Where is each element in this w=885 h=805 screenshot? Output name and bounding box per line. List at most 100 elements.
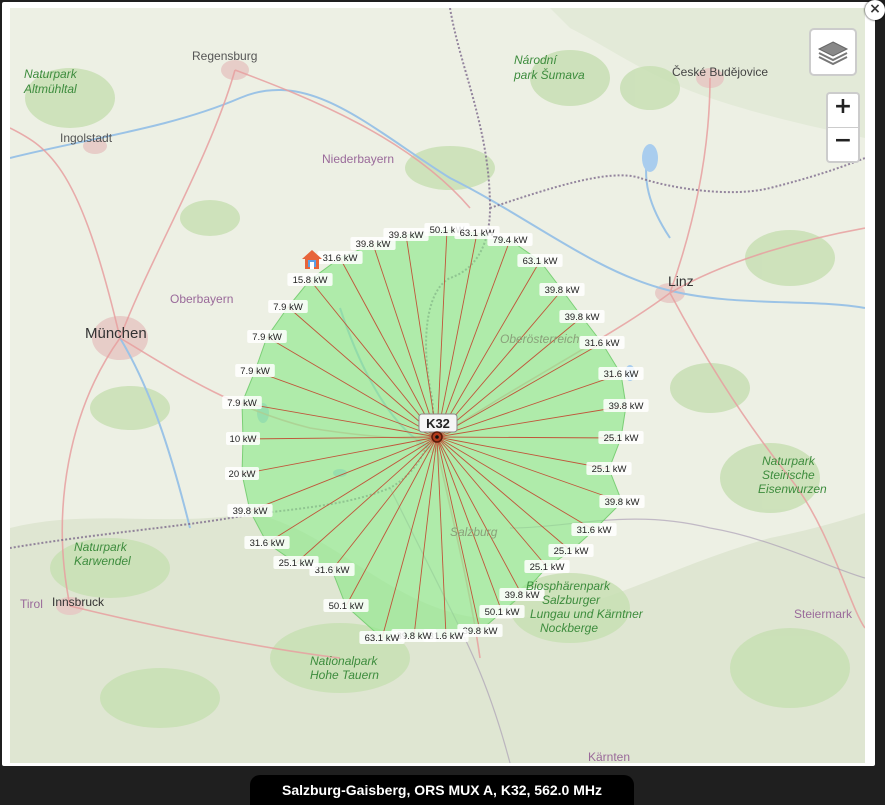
power-label-text: 39.8 kW (389, 230, 424, 241)
power-label-text: 39.8 kW (605, 497, 640, 508)
power-label-text: 79.4 kW (493, 235, 528, 246)
power-label-text: 7.9 kW (273, 302, 303, 313)
place-label-eisenwurzen: Naturpark Steirische Eisenwurzen (758, 454, 827, 496)
place-label-tirol: Tirol (20, 597, 43, 611)
power-label-text: 20 kW (229, 469, 256, 480)
place-label-linz: Linz (668, 273, 694, 289)
power-label: 31.6 kW (317, 251, 363, 264)
power-label-text: 25.1 kW (604, 433, 639, 444)
zoom-in-button[interactable]: + (828, 94, 858, 127)
place-label-oberoesterreich: Oberösterreich (500, 332, 580, 346)
power-label: 39.8 kW (559, 310, 605, 323)
power-label: 25.1 kW (548, 544, 594, 557)
power-label: 79.4 kW (487, 233, 533, 246)
power-label: 7.9 kW (235, 364, 275, 377)
power-label-text: 31.6 kW (577, 525, 612, 536)
place-label-steiermark: Steiermark (794, 607, 853, 621)
eisenwurzen-line3: Eisenwurzen (758, 482, 827, 496)
power-label: 63.1 kW (517, 254, 563, 267)
zoom-out-button[interactable]: − (828, 127, 858, 161)
power-label: 50.1 kW (479, 605, 525, 618)
power-label-text: 25.1 kW (554, 546, 589, 557)
place-label-kaernten: Kärnten (588, 750, 630, 763)
power-label-text: 63.1 kW (523, 256, 558, 267)
power-label-text: 39.8 kW (545, 285, 580, 296)
power-label-text: 7.9 kW (227, 398, 257, 409)
altmuehltal-line1: Naturpark (24, 67, 78, 81)
hohe-tauern-line1: Nationalpark (310, 654, 378, 668)
power-label: 50.1 kW (323, 599, 369, 612)
power-label-text: 39.8 kW (233, 506, 268, 517)
karwendel-line2: Karwendel (74, 554, 131, 568)
hohe-tauern-line2: Hohe Tauern (310, 668, 379, 682)
power-label-text: 25.1 kW (279, 558, 314, 569)
place-label-hohe-tauern: Nationalpark Hohe Tauern (310, 654, 381, 682)
power-label: 25.1 kW (273, 556, 319, 569)
power-label-text: 50.1 kW (485, 607, 520, 618)
sumava-line1: Národní (514, 53, 558, 67)
power-label: 25.1 kW (524, 560, 570, 573)
power-label: 31.6 kW (579, 336, 625, 349)
power-label: 39.8 kW (539, 283, 585, 296)
power-label: 15.8 kW (287, 273, 333, 286)
map-popup-frame: 50.1 kW 63.1 kW 79.4 kW 63.1 kW 39.8 kW 39.8 … (2, 2, 875, 766)
lungau-line1: Biosphärenpark (526, 579, 611, 593)
lungau-line4: Nockberge (540, 621, 598, 635)
power-label: 39.8 kW (603, 399, 649, 412)
zoom-control: + − (826, 92, 860, 163)
transmitter-dot-center (435, 435, 439, 439)
power-label-text: 15.8 kW (293, 275, 328, 286)
layers-button[interactable] (809, 28, 857, 76)
power-label-text: 63.1 kW (365, 633, 400, 644)
lungau-line2: Salzburger (542, 593, 601, 607)
power-label: 39.8 kW (383, 228, 429, 241)
power-label-text: 31.6 kW (604, 369, 639, 380)
power-label: 39.8 kW (227, 504, 273, 517)
power-label: 20 kW (225, 467, 259, 480)
power-label: 10 kW (226, 432, 260, 445)
sumava-line2: park Šumava (513, 67, 585, 82)
caption-bar: Salzburg-Gaisberg, ORS MUX A, K32, 562.0… (250, 775, 634, 805)
power-label-text: 7.9 kW (252, 332, 282, 343)
power-label: 31.6 kW (571, 523, 617, 536)
place-label-altmuehltal: Naturpark Altmühltal (23, 67, 80, 96)
power-label: 25.1 kW (586, 462, 632, 475)
place-label-innsbruck: Innsbruck (52, 595, 105, 609)
power-label: 31.6 kW (598, 367, 644, 380)
power-label: 7.9 kW (222, 396, 262, 409)
power-label-text: 31.6 kW (585, 338, 620, 349)
place-label-ingolstadt: Ingolstadt (60, 131, 113, 145)
power-label-text: 25.1 kW (530, 562, 565, 573)
power-label-text: 25.1 kW (592, 464, 627, 475)
layers-icon (817, 41, 849, 66)
close-button[interactable]: × (865, 0, 885, 20)
power-label: 39.8 kW (599, 495, 645, 508)
transmitter-label: K32 (426, 416, 450, 431)
power-label-text: 50.1 kW (329, 601, 364, 612)
power-label-text: 7.9 kW (240, 366, 270, 377)
place-label-ceske-budejovice: České Budějovice (672, 64, 768, 79)
place-label-regensburg: Regensburg (192, 49, 257, 63)
map-view[interactable]: 50.1 kW 63.1 kW 79.4 kW 63.1 kW 39.8 kW 39.8 … (10, 8, 865, 763)
power-label: 63.1 kW (359, 631, 405, 644)
power-label: 7.9 kW (247, 330, 287, 343)
place-label-karwendel: Naturpark Karwendel (74, 540, 131, 568)
karwendel-line1: Naturpark (74, 540, 128, 554)
map-canvas[interactable]: 50.1 kW 63.1 kW 79.4 kW 63.1 kW 39.8 kW 39.8 … (10, 8, 865, 763)
eisenwurzen-line1: Naturpark (762, 454, 816, 468)
eisenwurzen-line2: Steirische (762, 468, 815, 482)
power-label: 31.6 kW (244, 536, 290, 549)
power-label-text: 31.6 kW (323, 253, 358, 264)
place-label-muenchen: München (85, 325, 147, 342)
place-label-oberbayern: Oberbayern (170, 292, 233, 306)
power-label-text: 31.6 kW (315, 565, 350, 576)
power-label-text: 10 kW (230, 434, 257, 445)
power-label: 7.9 kW (268, 300, 308, 313)
place-label-salzburg-region: Salzburg (450, 525, 498, 539)
altmuehltal-line2: Altmühltal (23, 82, 77, 96)
lungau-line3: Lungau und Kärntner (530, 607, 644, 621)
place-label-niederbayern: Niederbayern (322, 152, 394, 166)
power-label-text: 39.8 kW (565, 312, 600, 323)
power-label-text: 39.8 kW (609, 401, 644, 412)
power-label-text: 31.6 kW (250, 538, 285, 549)
